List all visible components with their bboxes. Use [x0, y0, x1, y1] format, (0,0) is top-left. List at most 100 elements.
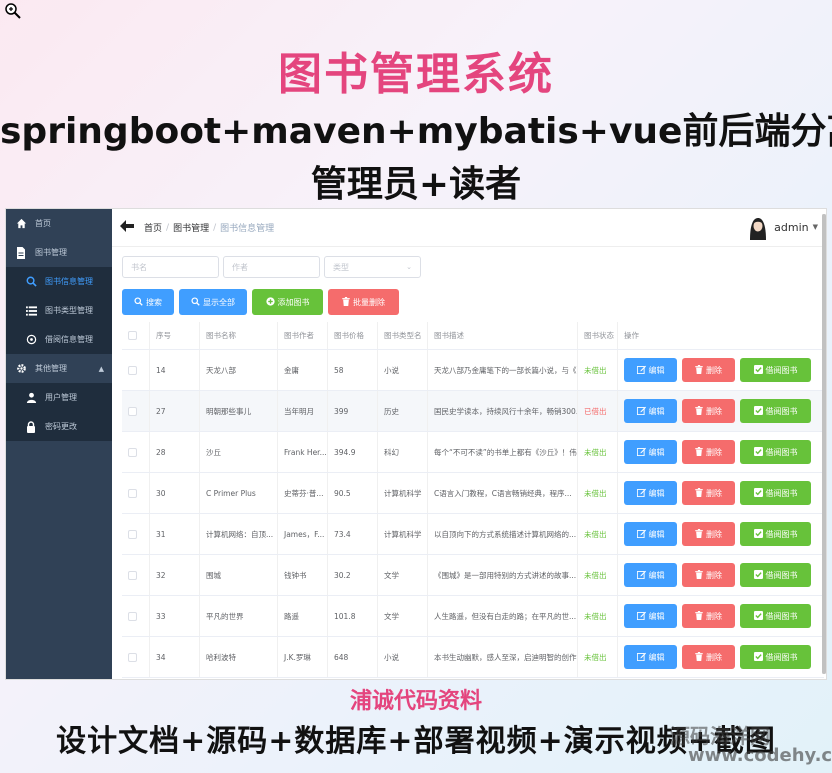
sidebar-item-password[interactable]: 密码更改	[6, 412, 112, 441]
breadcrumb: 首页 / 图书管理 / 图书信息管理	[144, 221, 275, 235]
delete-button-label: 删除	[706, 652, 722, 662]
table-row[interactable]: 27 明朝那些事儿 当年明月 399 历史 国民史学读本，持续风行十余年，畅销300...…	[122, 391, 824, 432]
row-select[interactable]	[122, 637, 150, 677]
table-row[interactable]: 31 计算机网络：自顶... James，F... 73.4 计算机科学 以自顶向下的方式…	[122, 514, 824, 555]
trash-icon	[695, 405, 703, 417]
borrow-button[interactable]: 借阅图书	[740, 604, 811, 628]
delete-button[interactable]: 删除	[682, 440, 735, 464]
sidebar-item-book-type[interactable]: 图书类型管理	[6, 296, 112, 325]
scrollbar-thumb[interactable]	[822, 214, 826, 674]
table-header: 序号 图书名称 图书作者 图书价格 图书类型名 图书描述 图书状态 操作	[122, 322, 824, 350]
borrow-button[interactable]: 借阅图书	[740, 563, 811, 587]
edit-button[interactable]: 编辑	[624, 440, 677, 464]
chevron-down-icon: ⌄	[406, 263, 412, 271]
table-row[interactable]: 33 平凡的世界 路遥 101.8 文学 人生路遥，但没有白走的路；在平凡的世... 未借出…	[122, 596, 824, 637]
type-select[interactable]: 类型 ⌄	[324, 256, 421, 278]
author-input[interactable]: 作者	[223, 256, 320, 278]
delete-button[interactable]: 删除	[682, 604, 735, 628]
delete-button[interactable]: 删除	[682, 522, 735, 546]
sidebar-item-label: 用户管理	[45, 393, 77, 402]
sidebar-item-other[interactable]: 其他管理 ▲	[6, 354, 112, 383]
row-select[interactable]	[122, 514, 150, 554]
gear-icon	[15, 363, 27, 375]
cell-operations: 编辑 删除 借阅图书	[618, 514, 824, 554]
borrow-button[interactable]: 借阅图书	[740, 645, 811, 669]
checkbox[interactable]	[128, 365, 137, 375]
chevron-down-icon: ▼	[812, 223, 818, 231]
edit-button[interactable]: 编辑	[624, 399, 677, 423]
checkbox[interactable]	[128, 447, 137, 457]
edit-button[interactable]: 编辑	[624, 358, 677, 382]
delete-button[interactable]: 删除	[682, 645, 735, 669]
table-row[interactable]: 34 哈利波特 J.K.罗琳 648 小说 本书生动幽默，感人至深，启迪明智的创作... 未…	[122, 637, 824, 678]
user-name: admin	[774, 220, 809, 234]
checkbox[interactable]	[128, 406, 137, 416]
check-square-icon	[753, 569, 763, 581]
checkbox[interactable]	[128, 570, 137, 580]
delete-button[interactable]: 删除	[682, 563, 735, 587]
checkbox[interactable]	[128, 611, 137, 621]
borrow-button[interactable]: 借阅图书	[740, 522, 811, 546]
show-all-button[interactable]: 显示全部	[179, 289, 247, 315]
table-row[interactable]: 32 围城 钱钟书 30.2 文学 《围城》是一部用特别的方式讲述的故事... 未借出 编辑 删…	[122, 555, 824, 596]
row-select[interactable]	[122, 350, 150, 390]
batch-delete-button[interactable]: 批量删除	[328, 289, 399, 315]
sidebar-item-book-info[interactable]: 图书信息管理	[6, 267, 112, 296]
checkbox[interactable]	[128, 331, 137, 340]
edit-button[interactable]: 编辑	[624, 481, 677, 505]
book-name-input[interactable]: 书名	[122, 256, 219, 278]
add-book-button[interactable]: 添加图书	[252, 289, 323, 315]
sidebar-item-users[interactable]: 用户管理	[6, 383, 112, 412]
table-row[interactable]: 28 沙丘 Frank Her... 394.9 科幻 每个“不可不读”的书单上都有《沙丘…	[122, 432, 824, 473]
row-select[interactable]	[122, 555, 150, 595]
delete-button[interactable]: 删除	[682, 399, 735, 423]
cell-description: 以自顶向下的方式系统描述计算机网络的...	[428, 514, 578, 554]
breadcrumb-book-management[interactable]: 图书管理	[173, 221, 209, 234]
table-row[interactable]: 14 天龙八部 金庸 58 小说 天龙八部乃金庸笔下的一部长篇小说，与《... 未借出 编辑 删…	[122, 350, 824, 391]
breadcrumb-current: 图书信息管理	[220, 224, 275, 234]
checkbox[interactable]	[128, 488, 137, 498]
user-menu[interactable]: admin ▼	[746, 214, 818, 240]
row-select[interactable]	[122, 391, 150, 431]
status-badge: 未借出	[578, 596, 618, 636]
cell-id: 30	[150, 473, 200, 513]
check-square-icon	[753, 364, 763, 376]
delete-button[interactable]: 删除	[682, 358, 735, 382]
edit-button[interactable]: 编辑	[624, 563, 677, 587]
borrow-button[interactable]: 借阅图书	[740, 440, 811, 464]
sidebar-item-label: 借阅信息管理	[45, 335, 93, 344]
sidebar-item-book-management[interactable]: 图书管理	[6, 238, 112, 267]
borrow-button[interactable]: 借阅图书	[740, 481, 811, 505]
edit-icon	[636, 488, 646, 499]
breadcrumb-home[interactable]: 首页	[144, 221, 162, 234]
edit-button[interactable]: 编辑	[624, 604, 677, 628]
checkbox[interactable]	[128, 529, 137, 539]
delete-button[interactable]: 删除	[682, 481, 735, 505]
search-button[interactable]: 搜索	[122, 289, 174, 315]
borrow-button[interactable]: 借阅图书	[740, 399, 811, 423]
row-select[interactable]	[122, 473, 150, 513]
sidebar-item-home[interactable]: 首页	[6, 209, 112, 238]
cell-description: C语言入门教程，C语言畅销经典，程序...	[428, 473, 578, 513]
status-badge: 未借出	[578, 637, 618, 677]
trash-icon	[695, 487, 703, 499]
trash-icon	[342, 296, 350, 308]
edit-button[interactable]: 编辑	[624, 522, 677, 546]
edit-button[interactable]: 编辑	[624, 645, 677, 669]
delete-button-label: 删除	[706, 488, 722, 498]
table-row[interactable]: 30 C Primer Plus 史蒂芬·普... 90.5 计算机科学 C语言入门教程，…	[122, 473, 824, 514]
edit-button-label: 编辑	[648, 529, 665, 539]
header-select-all[interactable]	[122, 322, 150, 349]
borrow-button[interactable]: 借阅图书	[740, 358, 811, 382]
collapse-menu-icon[interactable]	[120, 219, 134, 236]
status-badge: 未借出	[578, 555, 618, 595]
row-select[interactable]	[122, 596, 150, 636]
type-select-placeholder: 类型	[333, 262, 349, 272]
checkbox[interactable]	[128, 652, 137, 662]
sidebar-item-borrow-info[interactable]: 借阅信息管理	[6, 325, 112, 354]
delete-button-label: 删除	[706, 406, 722, 416]
cell-author: 路遥	[278, 596, 328, 636]
cell-name: 平凡的世界	[200, 596, 278, 636]
delete-button-label: 删除	[706, 365, 722, 375]
row-select[interactable]	[122, 432, 150, 472]
